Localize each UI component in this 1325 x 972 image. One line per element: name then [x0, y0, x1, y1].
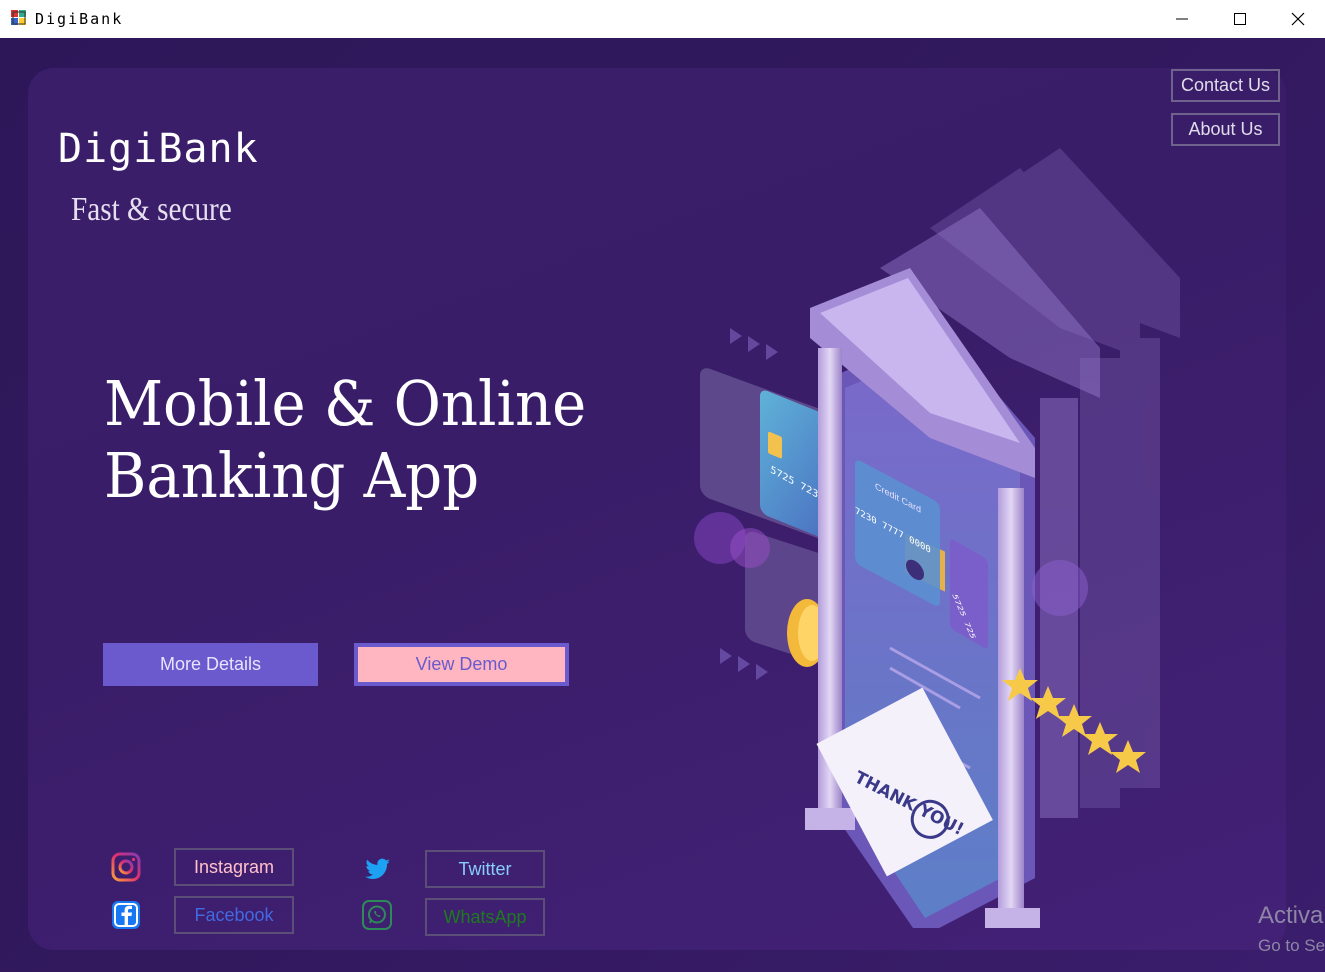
- activation-watermark-title: Activa: [1258, 902, 1324, 929]
- window-titlebar: DigiBank: [0, 0, 1325, 38]
- facebook-button[interactable]: Facebook: [174, 896, 294, 934]
- app-icon: [11, 10, 26, 25]
- window-title: DigiBank: [35, 10, 124, 28]
- twitter-button[interactable]: Twitter: [425, 850, 545, 888]
- instagram-icon[interactable]: [111, 852, 141, 882]
- brand-tagline: Fast & secure: [71, 191, 232, 228]
- close-icon: [1291, 12, 1305, 26]
- maximize-icon: [1234, 13, 1246, 25]
- hero-headline-line2: Banking App: [104, 439, 480, 512]
- contact-us-button[interactable]: Contact Us: [1171, 69, 1280, 102]
- hero-headline: Mobile & Online Banking App: [104, 368, 625, 512]
- main-window: 5725 723 Credit Card 7230 7777 0000 5725…: [0, 38, 1325, 972]
- minimize-icon: [1176, 18, 1188, 20]
- instagram-button[interactable]: Instagram: [174, 848, 294, 886]
- twitter-icon[interactable]: [362, 854, 392, 884]
- whatsapp-button[interactable]: WhatsApp: [425, 898, 545, 936]
- hero-headline-line1: Mobile & Online: [104, 367, 587, 440]
- brand-title: DigiBank: [58, 126, 259, 172]
- whatsapp-icon[interactable]: [362, 900, 392, 930]
- bank-phone-illustration: 5725 723 Credit Card 7230 7777 0000 5725…: [694, 148, 1180, 928]
- more-details-button[interactable]: More Details: [103, 643, 318, 686]
- close-button[interactable]: [1269, 0, 1325, 38]
- about-us-button[interactable]: About Us: [1171, 113, 1280, 146]
- view-demo-button[interactable]: View Demo: [354, 643, 569, 686]
- facebook-icon[interactable]: [111, 900, 141, 930]
- maximize-button[interactable]: [1211, 0, 1269, 38]
- minimize-button[interactable]: [1153, 0, 1211, 38]
- activation-watermark-subtitle: Go to Se: [1258, 936, 1325, 955]
